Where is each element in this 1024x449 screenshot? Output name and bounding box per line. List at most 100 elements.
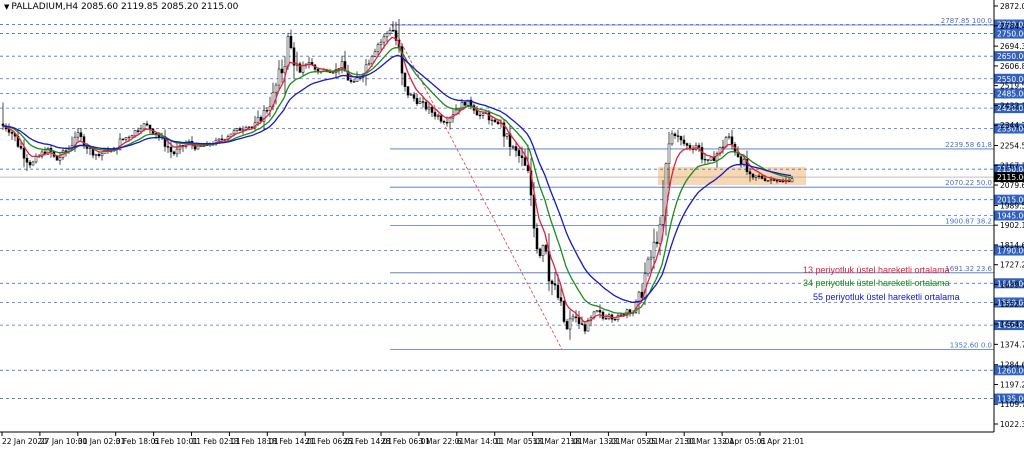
candle-body (679, 136, 683, 141)
candle-body (172, 151, 176, 155)
candle-body (520, 155, 524, 159)
y-tick-label: 2606.89 (1000, 62, 1024, 71)
y-tick-label: 1197.24 (1000, 380, 1024, 389)
y-tick-label: 2344.70 (1000, 121, 1024, 130)
candle-body (721, 146, 725, 149)
candle-body (655, 241, 659, 244)
candle-body (709, 156, 713, 161)
candle-body (514, 146, 518, 151)
candle-body (781, 181, 785, 183)
candle-body (25, 157, 29, 163)
candle-body (511, 146, 515, 148)
candle-body (697, 145, 701, 148)
candle-body (547, 251, 551, 282)
candle-body (556, 284, 560, 298)
candle-body (34, 156, 38, 163)
y-tick-label: 2167.14 (1000, 161, 1024, 170)
candle-body (436, 115, 440, 117)
candle-body (169, 146, 173, 153)
candle-body (604, 318, 608, 320)
candle-body (121, 138, 125, 140)
y-tick-label: 1109.79 (1000, 400, 1024, 409)
candle-body (94, 153, 98, 156)
candle-body (28, 161, 32, 166)
candle-body (418, 101, 422, 104)
candle-body (100, 153, 104, 157)
y-tick-label: 1814.69 (1000, 241, 1024, 250)
candle-body (478, 114, 482, 117)
candle-body (637, 291, 641, 302)
candle-body (130, 135, 134, 138)
collapse-triangle-icon[interactable]: ▼ (4, 3, 9, 11)
candle-body (442, 121, 446, 123)
candle-body (667, 143, 671, 165)
candle-body (166, 146, 170, 148)
x-tick-label: 6 Apr 21:01 (760, 437, 804, 446)
candle-body (385, 33, 389, 38)
y-tick-label: 1902.14 (1000, 221, 1024, 230)
candle-body (658, 224, 662, 244)
candle-body (265, 110, 269, 112)
candle-body (148, 124, 152, 130)
candle-body (424, 101, 428, 110)
candle-body (505, 133, 509, 137)
candle-body (331, 72, 335, 74)
level-price-label: 2485.00 (997, 89, 1024, 98)
candle-body (730, 136, 734, 145)
y-tick-label: 1727.24 (1000, 261, 1024, 270)
candle-body (55, 156, 59, 161)
candle-body (523, 157, 527, 166)
candle-body (409, 94, 413, 96)
candle-body (481, 113, 485, 116)
candle-body (769, 179, 773, 181)
candle-body (682, 139, 686, 144)
candle-body (553, 283, 557, 286)
symbol-ohlc-text: PALLADIUM,H4 2085.60 2119.85 2085.20 211… (11, 2, 239, 12)
y-tick-label: 1552.34 (1000, 300, 1024, 309)
y-tick-label: 2694.38 (1000, 42, 1024, 51)
candle-body (31, 161, 35, 166)
candle-body (772, 179, 776, 181)
candle-body (88, 147, 92, 150)
candle-body (433, 112, 437, 117)
candle-body (79, 132, 83, 137)
candle-body (142, 123, 146, 130)
candle-body (277, 68, 281, 86)
candle-body (496, 121, 500, 125)
candle-body (244, 127, 248, 130)
candle-body (760, 175, 764, 179)
candle-body (565, 321, 569, 330)
y-tick-label: 2254.59 (1000, 142, 1024, 151)
price-chart[interactable]: 2790.002750.002650.002550.002485.002420.… (0, 0, 1024, 449)
chart-header: ▼ PALLADIUM,H4 2085.60 2119.85 2085.20 21… (4, 2, 238, 12)
candle-body (577, 317, 581, 324)
candle-body (517, 150, 521, 157)
candle-body (379, 41, 383, 46)
candle-body (355, 77, 359, 82)
candle-body (220, 138, 224, 140)
y-tick-label: 1464.89 (1000, 320, 1024, 329)
level-price-label: 1945.00 (997, 211, 1024, 220)
level-price-label: 2650.00 (997, 52, 1024, 61)
y-tick-label: 1639.79 (1000, 280, 1024, 289)
candle-body (58, 157, 62, 161)
candle-body (415, 98, 419, 104)
candle-body (595, 310, 599, 313)
candle-body (448, 117, 452, 123)
candle-body (298, 63, 302, 73)
candle-body (562, 300, 566, 322)
candle-body (550, 280, 554, 285)
candle-body (751, 173, 755, 178)
y-tick-label: 2784.49 (1000, 22, 1024, 31)
candle-body (406, 86, 410, 96)
y-tick-label: 1022.34 (1000, 420, 1024, 429)
candle-body (619, 314, 623, 316)
candle-body (544, 245, 548, 252)
candle-body (280, 68, 284, 74)
y-tick-label: 2432.14 (1000, 101, 1024, 110)
candle-body (748, 171, 752, 175)
candle-body (403, 72, 407, 87)
candle-body (352, 81, 356, 83)
candle-body (388, 30, 392, 34)
candle-body (493, 119, 497, 123)
